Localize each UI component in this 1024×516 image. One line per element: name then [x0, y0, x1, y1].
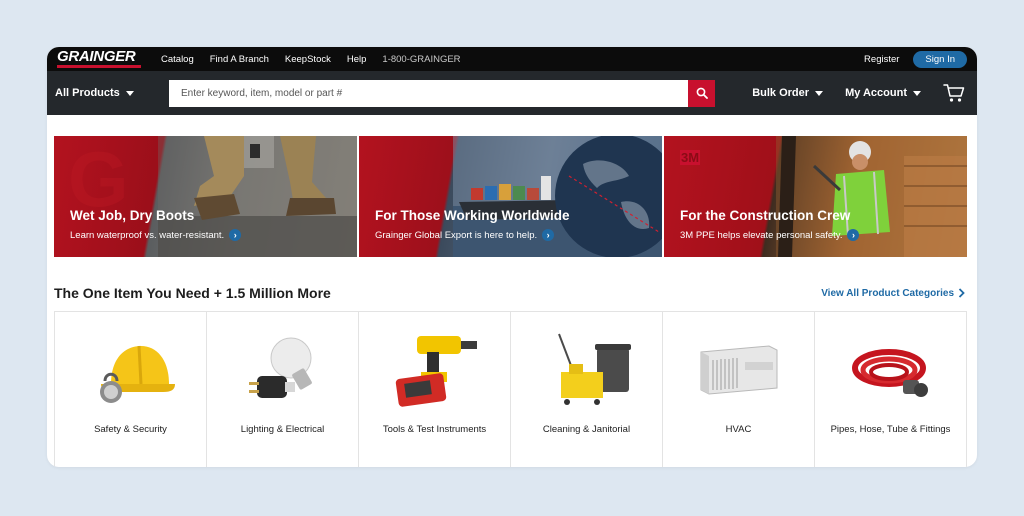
hard-hat-icon [99, 345, 175, 403]
light-bulb-icon [248, 337, 312, 398]
caret-down-icon [815, 90, 824, 96]
search-input[interactable] [169, 79, 688, 107]
nav-catalog[interactable]: Catalog [161, 54, 194, 65]
search-box [169, 79, 715, 107]
caret-down-icon [913, 90, 921, 96]
my-account-label: My Account [845, 87, 907, 99]
category-label: Cleaning & Janitorial [542, 424, 631, 435]
my-account-menu[interactable]: My Account [845, 87, 921, 99]
browser-frame: GRAINGER Catalog Find A Branch KeepStock… [47, 47, 977, 467]
bulk-order-label: Bulk Order [752, 87, 810, 99]
bulk-order-menu[interactable]: Bulk Order [752, 87, 824, 99]
category-heading: The One Item You Need + 1.5 Million More [54, 285, 331, 301]
banner-subtitle: Learn waterproof vs. water-resistant. › [70, 229, 242, 241]
category-label: Pipes, Hose, Tube & Fittings [830, 424, 951, 435]
search-icon [696, 87, 708, 99]
category-tile-hvac[interactable]: HVAC [663, 312, 815, 467]
logo-underline [57, 65, 141, 68]
category-label: Lighting & Electrical [240, 424, 325, 435]
hose-icon [851, 349, 928, 397]
caret-down-icon [125, 90, 134, 96]
view-all-categories-link[interactable]: View All Product Categories [821, 288, 965, 299]
search-bar: All Products Bulk Order My Account [47, 71, 977, 115]
banner-subtitle-text: Grainger Global Export is here to help. [375, 229, 538, 241]
promo-banner-global[interactable]: For Those Working Worldwide Grainger Glo… [359, 136, 662, 257]
banner-title: For Those Working Worldwide [375, 208, 570, 223]
nav-keepstock[interactable]: KeepStock [285, 54, 331, 65]
nav-help[interactable]: Help [347, 54, 367, 65]
phone-number[interactable]: 1-800-GRAINGER [382, 54, 460, 65]
register-link[interactable]: Register [864, 54, 899, 65]
chevron-right-icon [958, 288, 965, 298]
category-header: The One Item You Need + 1.5 Million More… [54, 285, 965, 301]
promo-banner-boots[interactable]: G Wet Job, Dry Boots Learn waterproof vs… [54, 136, 357, 257]
category-label: Tools & Test Instruments [382, 424, 487, 435]
chevron-right-icon[interactable]: › [847, 229, 860, 241]
nav-find-a-branch[interactable]: Find A Branch [210, 54, 269, 65]
category-label: Safety & Security [94, 424, 167, 435]
cart-icon[interactable] [943, 83, 965, 103]
category-label: HVAC [725, 424, 752, 435]
air-conditioner-icon [700, 345, 777, 395]
brand-3m-logo: 3M [680, 150, 701, 165]
promo-banner-construction[interactable]: 3M For the Construction Crew 3M PPE help… [664, 136, 967, 257]
banner-subtitle: Grainger Global Export is here to help. … [375, 229, 555, 241]
grainger-logo[interactable]: GRAINGER [55, 47, 143, 71]
logo-text: GRAINGER [57, 48, 136, 65]
chevron-right-icon[interactable]: › [229, 229, 242, 241]
all-products-label: All Products [55, 87, 120, 99]
top-nav: Catalog Find A Branch KeepStock Help 1-8… [161, 54, 461, 65]
all-products-menu[interactable]: All Products [55, 87, 169, 99]
search-bar-actions: Bulk Order My Account [752, 83, 969, 103]
banner-title: For the Construction Crew [680, 208, 851, 223]
account-links: Register Sign In [864, 50, 967, 68]
top-bar: GRAINGER Catalog Find A Branch KeepStock… [47, 47, 977, 71]
sign-in-button[interactable]: Sign In [913, 50, 967, 68]
mop-bucket-icon [557, 333, 631, 405]
category-tile-tools[interactable]: Tools & Test Instruments [359, 312, 511, 467]
search-button[interactable] [688, 79, 715, 107]
drill-icon [395, 336, 477, 407]
banner-subtitle-text: Learn waterproof vs. water-resistant. [70, 229, 225, 241]
view-all-label: View All Product Categories [821, 287, 954, 299]
chevron-right-icon[interactable]: › [542, 229, 555, 241]
banner-subtitle-text: 3M PPE helps elevate personal safety. [680, 229, 843, 241]
category-tile-cleaning[interactable]: Cleaning & Janitorial [511, 312, 663, 467]
banner-title: Wet Job, Dry Boots [70, 208, 195, 223]
banner-subtitle: 3M PPE helps elevate personal safety. › [680, 229, 860, 241]
category-tile-safety[interactable]: Safety & Security [55, 312, 207, 467]
promo-banners: G Wet Job, Dry Boots Learn waterproof vs… [54, 136, 967, 257]
category-grid: Safety & Security Lighting & Electrical [54, 311, 967, 467]
category-tile-pipes[interactable]: Pipes, Hose, Tube & Fittings [815, 312, 967, 467]
category-tile-lighting[interactable]: Lighting & Electrical [207, 312, 359, 467]
